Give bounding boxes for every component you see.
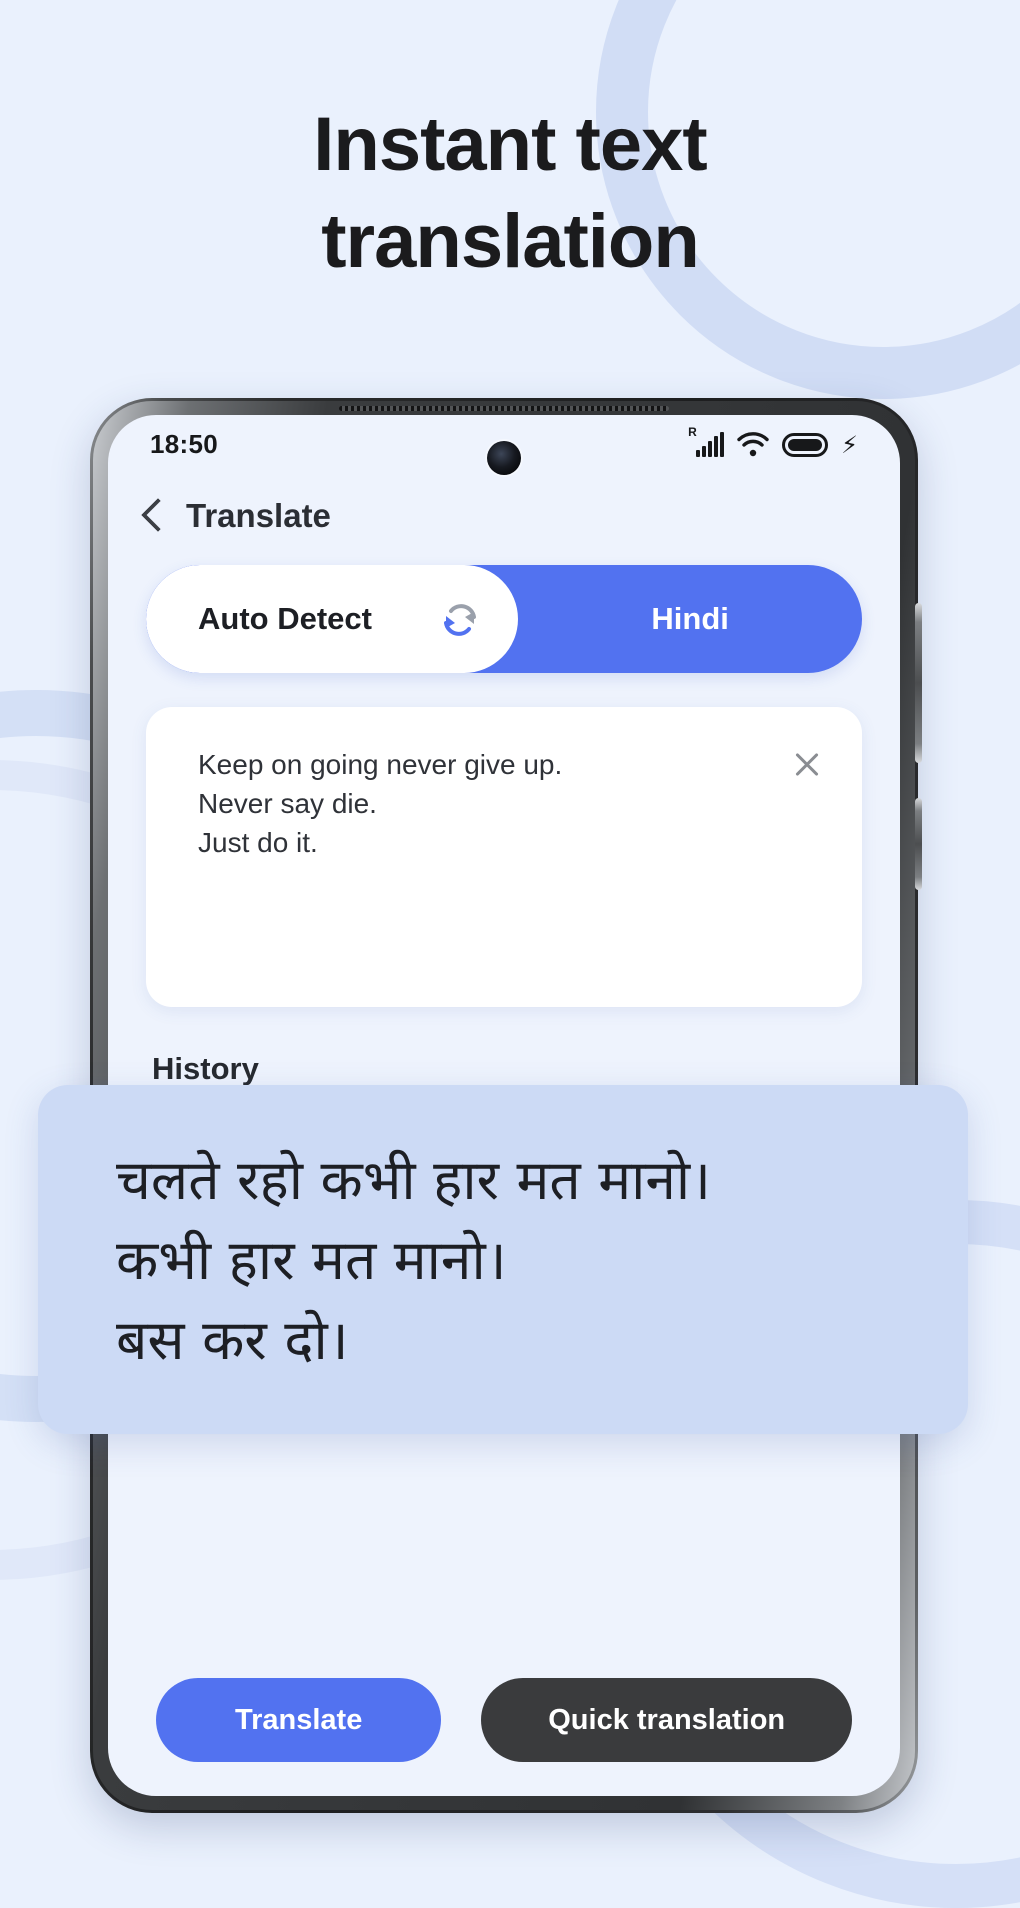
bottom-action-bar: Translate Quick translation xyxy=(156,1678,852,1762)
page-headline: Instant text translation xyxy=(0,96,1020,291)
target-language-button[interactable]: Hindi xyxy=(518,565,862,673)
status-bar-icons: R ⚡ xyxy=(688,426,858,459)
back-chevron-icon[interactable] xyxy=(142,498,164,534)
translation-line-3: बस कर दो। xyxy=(116,1307,349,1372)
target-language-label: Hindi xyxy=(651,601,729,636)
translate-button[interactable]: Translate xyxy=(156,1678,442,1762)
quick-translation-button[interactable]: Quick translation xyxy=(481,1678,852,1762)
language-switch: Auto Detect Hindi xyxy=(146,565,862,673)
source-text-input[interactable]: Keep on going never give up. Never say d… xyxy=(198,745,766,863)
swap-languages-icon[interactable] xyxy=(436,595,484,643)
power-button[interactable] xyxy=(915,798,922,890)
source-language-button[interactable]: Auto Detect xyxy=(146,565,519,673)
translation-result-text: चलते रहो कभी हार मत मानो। कभी हार मत मान… xyxy=(116,1141,912,1380)
roaming-indicator-label: R xyxy=(688,424,697,439)
headline-line-1: Instant text xyxy=(313,102,707,187)
signal-bars-icon: R xyxy=(688,426,725,457)
history-title: History xyxy=(152,1051,259,1086)
headline-line-2: translation xyxy=(321,199,700,285)
front-camera-punch-hole xyxy=(487,441,521,475)
translation-result-card: चलते रहो कभी हार मत मानो। कभी हार मत मान… xyxy=(38,1085,968,1435)
source-text-line-1: Keep on going never give up. xyxy=(198,749,563,780)
earpiece-speaker-grille xyxy=(339,406,669,411)
page-title: Translate xyxy=(186,497,331,534)
battery-icon xyxy=(782,432,829,457)
charging-bolt-icon: ⚡ xyxy=(841,431,858,459)
source-text-line-2: Never say die. xyxy=(198,788,377,820)
volume-button[interactable] xyxy=(915,603,922,763)
close-icon[interactable] xyxy=(792,749,822,779)
status-bar-time: 18:50 xyxy=(150,428,218,459)
source-language-label: Auto Detect xyxy=(198,601,372,636)
source-text-line-3: Just do it. xyxy=(198,827,318,859)
translation-line-1: चलते रहो कभी हार मत मानो। xyxy=(116,1148,712,1212)
app-header: Translate xyxy=(108,479,900,553)
translation-line-2: कभी हार मत मानो। xyxy=(116,1227,507,1292)
wifi-icon xyxy=(737,431,769,456)
source-text-card[interactable]: Keep on going never give up. Never say d… xyxy=(146,707,862,1007)
